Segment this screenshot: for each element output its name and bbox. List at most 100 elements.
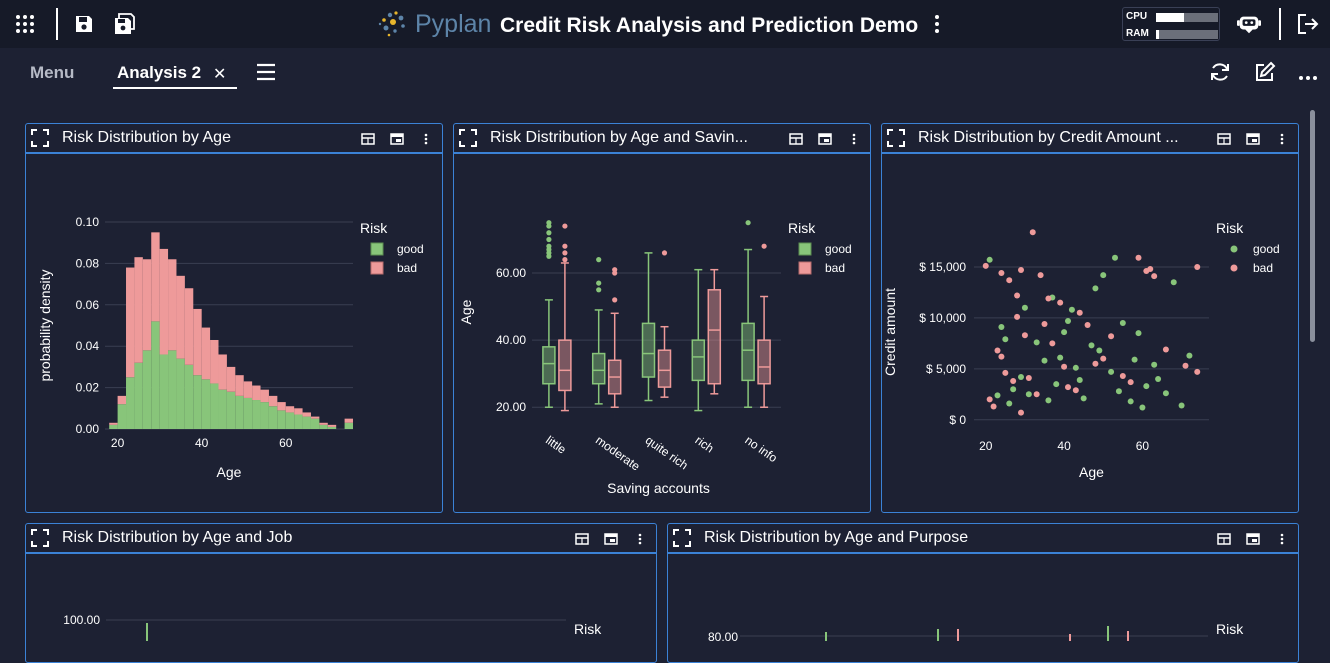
table-icon[interactable] (1217, 532, 1231, 546)
scatter-point-bad (1002, 369, 1009, 376)
logout-icon[interactable] (1296, 12, 1320, 36)
y-tick-label: $ 15,000 (919, 260, 966, 274)
legend-marker (798, 261, 812, 275)
x-tick-label: 20 (979, 439, 993, 453)
histogram-bar-good (268, 406, 278, 429)
scatter-point-bad (1045, 295, 1052, 302)
refresh-icon[interactable] (1209, 61, 1231, 88)
more-vertical-icon[interactable] (419, 132, 433, 146)
window-icon[interactable] (1246, 532, 1260, 546)
scatter-point-good (1112, 254, 1118, 261)
scatter-point-good (1155, 376, 1162, 383)
scatter-point-good (1143, 383, 1150, 390)
table-icon[interactable] (361, 132, 375, 146)
tab-analysis-2[interactable]: Analysis 2 ✕ (113, 58, 237, 89)
table-icon[interactable] (789, 132, 803, 146)
x-tick-label: 20 (111, 436, 125, 450)
save-icon[interactable] (72, 12, 96, 36)
hamburger-icon[interactable] (256, 63, 276, 86)
expand-icon[interactable] (31, 529, 49, 547)
histogram-bar-good (226, 391, 236, 429)
scatter-point-bad (986, 396, 993, 403)
scatter-point-good (998, 324, 1005, 331)
box-outlier (661, 250, 668, 256)
histogram-bar-good (327, 426, 337, 429)
box-outlier (761, 243, 767, 249)
scatter-point-bad (1084, 322, 1091, 329)
window-icon[interactable] (1246, 132, 1260, 146)
histogram-bar-good (151, 321, 160, 429)
scrollbar-thumb[interactable] (1310, 110, 1315, 342)
top-bar: Pyplan Credit Risk Analysis and Predicti… (0, 0, 1330, 48)
histogram-bar-good (159, 354, 169, 429)
legend-title: Risk (788, 220, 816, 236)
window-icon[interactable] (390, 132, 404, 146)
scatter-point-bad (1127, 379, 1134, 386)
more-vertical-icon[interactable] (1275, 532, 1289, 546)
x-tick-label: 60 (1136, 439, 1150, 453)
histogram-bar-bad (226, 366, 236, 392)
histogram-bar-good (344, 422, 353, 429)
histogram-bar-bad (268, 395, 278, 407)
histogram-bar-bad (235, 375, 244, 396)
expand-icon[interactable] (31, 129, 49, 147)
expand-icon[interactable] (887, 129, 905, 147)
window-icon[interactable] (604, 532, 618, 546)
scatter-point-good (1108, 368, 1115, 375)
scatter-point-bad (1076, 309, 1083, 316)
close-icon[interactable]: ✕ (213, 64, 226, 84)
more-vertical-icon[interactable] (847, 132, 861, 146)
scatter-point-bad (1018, 267, 1024, 273)
ram-meter (1156, 30, 1218, 39)
box-bad (657, 349, 672, 388)
scatter-point-good (1057, 354, 1064, 361)
table-icon[interactable] (575, 532, 589, 546)
box-good (741, 322, 755, 382)
grid-icon[interactable] (13, 12, 37, 36)
robot-icon[interactable] (1237, 12, 1261, 36)
histogram-bar-good (210, 383, 219, 429)
scatter-point-good (1119, 319, 1126, 326)
expand-icon[interactable] (673, 529, 691, 547)
y-axis-label: probability density (37, 269, 53, 381)
tab-menu[interactable]: Menu (30, 63, 74, 83)
save-as-icon[interactable] (113, 12, 137, 36)
histogram-bar-bad (252, 385, 261, 401)
legend-marker (1230, 245, 1238, 253)
more-vertical-icon[interactable] (633, 532, 647, 546)
panel-risk-by-age: Risk Distribution by Age 0.00 0.02 0.04 0.0… (25, 123, 443, 513)
window-icon[interactable] (818, 132, 832, 146)
histogram-bar-good (109, 424, 118, 429)
app-title: Credit Risk Analysis and Prediction Demo (500, 14, 919, 37)
more-vertical-icon[interactable] (930, 14, 944, 39)
more-vertical-icon[interactable] (1275, 132, 1289, 146)
box-outlier (596, 287, 602, 293)
scatter-point-bad (1108, 333, 1115, 340)
scatter-point-bad (1010, 378, 1017, 385)
panel-risk-by-credit-amount: Risk Distribution by Credit Amount ... $… (881, 123, 1299, 513)
histogram-bar-bad (302, 412, 311, 417)
scatter-point-bad (1037, 272, 1044, 279)
legend-title: Risk (1216, 621, 1244, 637)
y-axis-label: Credit amount (882, 288, 898, 376)
ram-meter-fill (1156, 30, 1160, 39)
box-outlier (546, 243, 552, 249)
cpu-label: CPU (1126, 11, 1148, 22)
scatter-point-good (1127, 398, 1134, 405)
expand-icon[interactable] (459, 129, 477, 147)
legend-title: Risk (574, 621, 602, 637)
box-outlier (596, 280, 602, 286)
scatter-point-good (1072, 364, 1079, 371)
scatter-point-bad (1029, 229, 1036, 236)
scatter-point-good (1018, 373, 1024, 380)
histogram-bar-good (176, 358, 185, 429)
scatter-point-good (1131, 356, 1138, 363)
more-horizontal-icon[interactable] (1298, 68, 1318, 86)
scatter-point-bad (994, 347, 1001, 354)
scatter-point-bad (1041, 321, 1048, 327)
edit-icon[interactable] (1254, 61, 1276, 88)
table-icon[interactable] (1217, 132, 1231, 146)
box-outlier (745, 220, 751, 226)
scatter-point-bad (1025, 375, 1032, 381)
y-tick-label: 0.10 (76, 215, 100, 229)
